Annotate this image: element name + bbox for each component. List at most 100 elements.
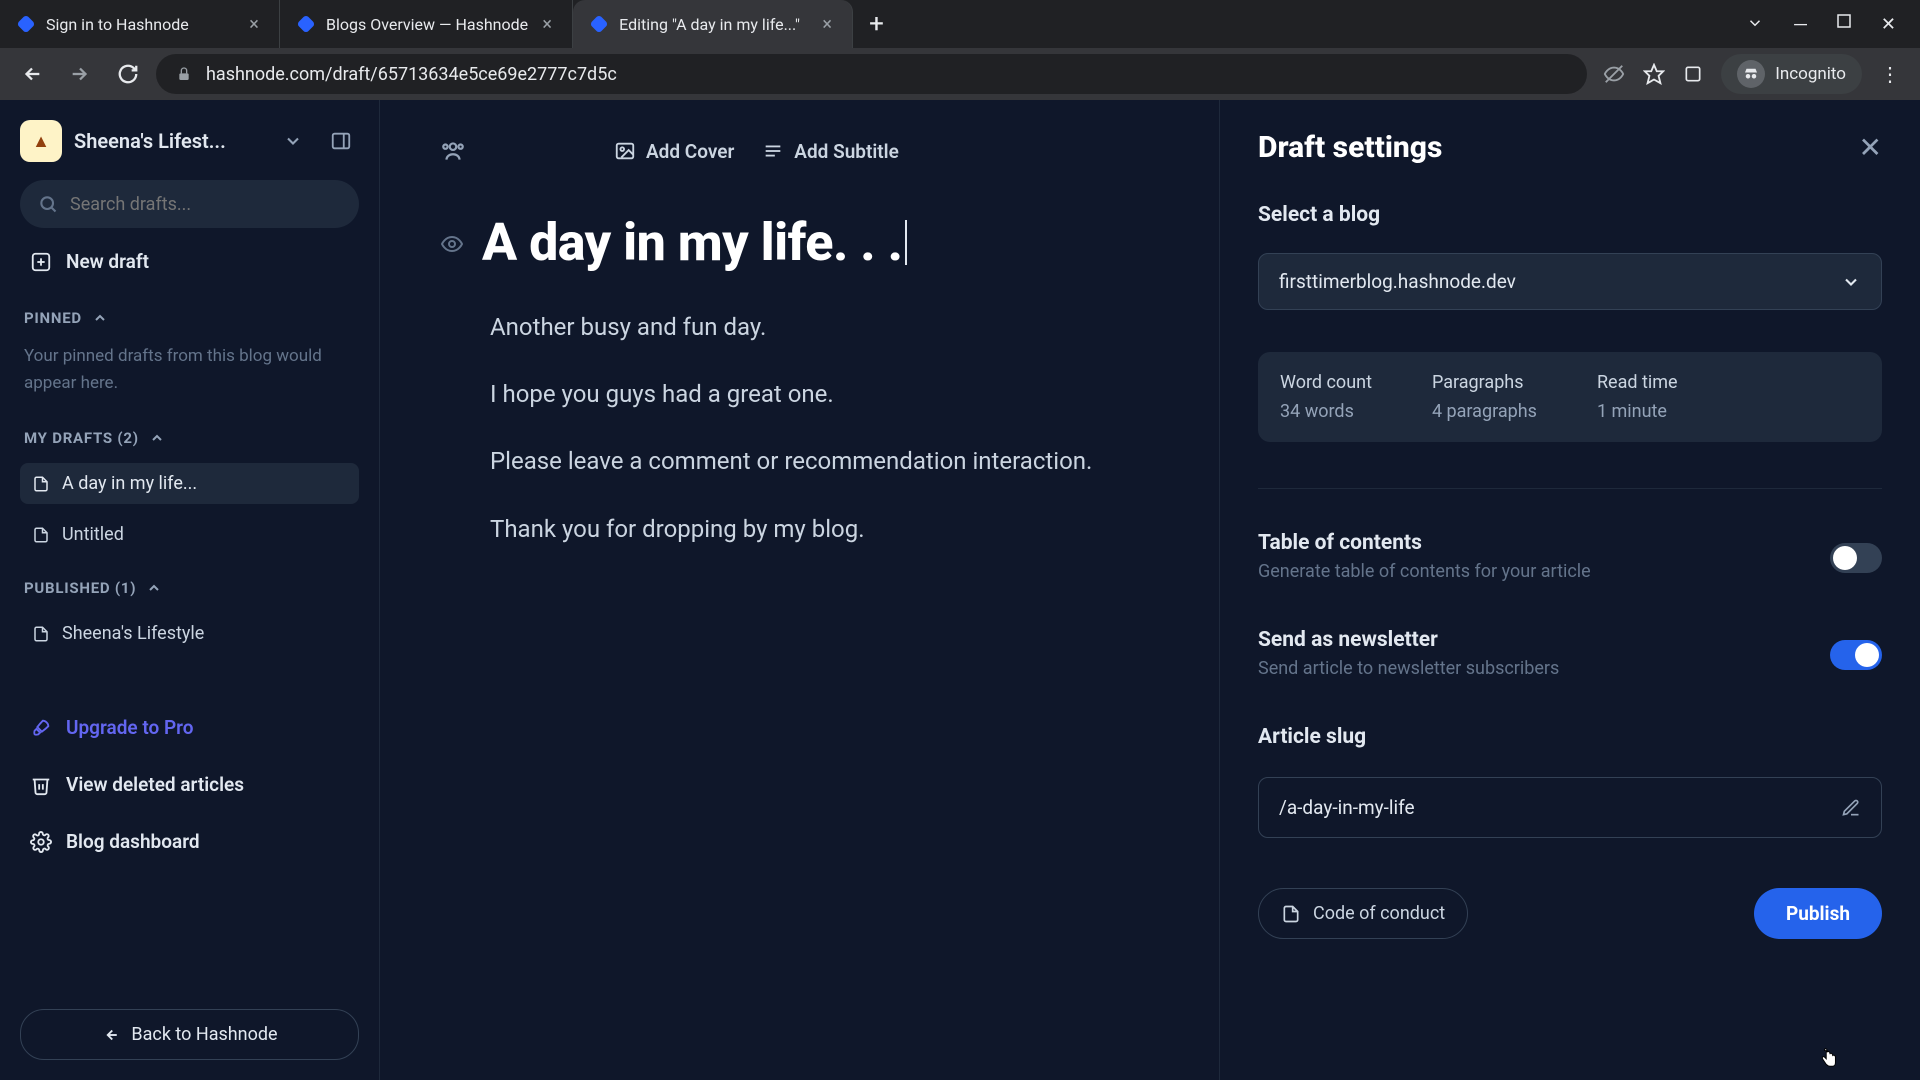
- text-icon: [762, 140, 784, 162]
- post-body[interactable]: Another busy and fun day. I hope you guy…: [490, 309, 1159, 548]
- hashnode-favicon: [589, 14, 609, 34]
- tab-title: Editing "A day in my life...": [619, 15, 808, 34]
- image-icon: [614, 140, 636, 162]
- search-input[interactable]: [70, 194, 341, 215]
- app-root: ▲ Sheena's Lifest... New draft PINNED Yo…: [0, 100, 1920, 1080]
- selected-blog: firsttimerblog.hashnode.dev: [1279, 270, 1516, 293]
- sidebar: ▲ Sheena's Lifest... New draft PINNED Yo…: [0, 100, 380, 1080]
- slug-field[interactable]: /a-day-in-my-life: [1258, 777, 1882, 838]
- blog-select[interactable]: firsttimerblog.hashnode.dev: [1258, 253, 1882, 310]
- back-to-hashnode-button[interactable]: Back to Hashnode: [20, 1009, 359, 1060]
- kebab-menu-icon[interactable]: ⋮: [1880, 62, 1900, 86]
- slug-label: Article slug: [1258, 725, 1882, 749]
- published-item[interactable]: Sheena's Lifestyle: [20, 613, 359, 654]
- pinned-section-header[interactable]: PINNED: [20, 295, 359, 333]
- reload-button[interactable]: [108, 54, 148, 94]
- upgrade-label: Upgrade to Pro: [66, 716, 193, 739]
- add-cover-label: Add Cover: [646, 140, 734, 163]
- draft-settings-drawer: Draft settings ✕ Select a blog firsttime…: [1220, 100, 1920, 1080]
- blog-dashboard-link[interactable]: Blog dashboard: [20, 818, 359, 865]
- draft-item[interactable]: A day in my life...: [20, 463, 359, 504]
- window-controls: ─ ✕: [1722, 14, 1920, 35]
- coc-label: Code of conduct: [1313, 903, 1445, 924]
- close-window-icon[interactable]: ✕: [1881, 14, 1896, 35]
- close-drawer-button[interactable]: ✕: [1859, 131, 1882, 164]
- toc-title: Table of contents: [1258, 531, 1810, 555]
- arrow-left-icon: [101, 1026, 119, 1044]
- select-blog-label: Select a blog: [1258, 203, 1882, 227]
- pinned-label: PINNED: [24, 309, 82, 327]
- new-draft-button[interactable]: New draft: [20, 238, 359, 285]
- view-deleted-link[interactable]: View deleted articles: [20, 761, 359, 808]
- newsletter-toggle[interactable]: [1830, 640, 1882, 670]
- tab-title: Sign in to Hashnode: [46, 15, 235, 34]
- paragraph[interactable]: Please leave a comment or recommendation…: [490, 443, 1159, 480]
- visibility-icon[interactable]: [440, 232, 464, 256]
- tab-title: Blogs Overview — Hashnode: [326, 15, 528, 34]
- view-deleted-label: View deleted articles: [66, 773, 244, 796]
- toc-desc: Generate table of contents for your arti…: [1258, 561, 1810, 582]
- browser-toolbar: hashnode.com/draft/65713634e5ce69e2777c7…: [0, 48, 1920, 100]
- divider: [1258, 488, 1882, 489]
- close-tab-icon[interactable]: ×: [245, 15, 263, 33]
- read-time-label: Read time: [1597, 372, 1678, 393]
- pencil-icon[interactable]: [1841, 798, 1861, 818]
- published-section-header[interactable]: PUBLISHED (1): [20, 565, 359, 603]
- close-tab-icon[interactable]: ×: [818, 15, 836, 33]
- browser-tab[interactable]: Sign in to Hashnode ×: [0, 0, 280, 48]
- add-cover-button[interactable]: Add Cover: [614, 140, 734, 163]
- lock-icon: [176, 66, 192, 82]
- expand-panel-icon[interactable]: [323, 123, 359, 159]
- toolbar-right: Incognito ⋮: [1595, 54, 1908, 94]
- gear-icon: [30, 831, 52, 853]
- toc-toggle[interactable]: [1830, 543, 1882, 573]
- newsletter-title: Send as newsletter: [1258, 628, 1810, 652]
- url-text: hashnode.com/draft/65713634e5ce69e2777c7…: [206, 64, 617, 85]
- address-bar[interactable]: hashnode.com/draft/65713634e5ce69e2777c7…: [156, 54, 1587, 94]
- paragraph[interactable]: I hope you guys had a great one.: [490, 376, 1159, 413]
- tabs-overview-icon[interactable]: [1746, 14, 1764, 35]
- editor-area: Add Cover Add Subtitle A day in my life.…: [380, 100, 1220, 1080]
- paragraphs-label: Paragraphs: [1432, 372, 1537, 393]
- cursor-pointer-icon: [1818, 1044, 1840, 1070]
- pinned-empty-state: Your pinned drafts from this blog would …: [20, 343, 359, 405]
- word-count-value: 34 words: [1280, 401, 1372, 422]
- plus-square-icon: [30, 251, 52, 273]
- new-tab-button[interactable]: +: [853, 9, 900, 39]
- add-subtitle-button[interactable]: Add Subtitle: [762, 140, 899, 163]
- mydrafts-section-header[interactable]: MY DRAFTS (2): [20, 415, 359, 453]
- back-button[interactable]: [12, 54, 52, 94]
- read-time-value: 1 minute: [1597, 401, 1678, 422]
- forward-button[interactable]: [60, 54, 100, 94]
- paragraph[interactable]: Thank you for dropping by my blog.: [490, 511, 1159, 548]
- minimize-icon[interactable]: ─: [1794, 14, 1807, 35]
- incognito-badge[interactable]: Incognito: [1721, 54, 1862, 94]
- blog-name: Sheena's Lifest...: [74, 129, 263, 153]
- close-tab-icon[interactable]: ×: [538, 15, 556, 33]
- maximize-icon[interactable]: [1837, 14, 1851, 35]
- word-count-label: Word count: [1280, 372, 1372, 393]
- star-icon[interactable]: [1643, 63, 1665, 85]
- post-title-input[interactable]: A day in my life. . .: [482, 212, 903, 273]
- document-icon: [32, 625, 50, 643]
- chevron-up-icon: [146, 580, 162, 596]
- browser-tab-active[interactable]: Editing "A day in my life..." ×: [573, 0, 853, 48]
- code-of-conduct-button[interactable]: Code of conduct: [1258, 888, 1468, 939]
- rocket-icon: [30, 717, 52, 739]
- eye-off-icon[interactable]: [1603, 63, 1625, 85]
- draft-item[interactable]: Untitled: [20, 514, 359, 555]
- blog-selector[interactable]: ▲ Sheena's Lifest...: [20, 120, 359, 162]
- browser-tab[interactable]: Blogs Overview — Hashnode ×: [280, 0, 573, 48]
- paragraph[interactable]: Another busy and fun day.: [490, 309, 1159, 346]
- collaborators-icon[interactable]: [440, 138, 466, 164]
- drawer-title: Draft settings: [1258, 130, 1442, 165]
- chevron-down-icon[interactable]: [275, 123, 311, 159]
- publish-button[interactable]: Publish: [1754, 888, 1882, 939]
- upgrade-pro-link[interactable]: Upgrade to Pro: [20, 704, 359, 751]
- extensions-icon[interactable]: [1683, 64, 1703, 84]
- slug-value: /a-day-in-my-life: [1279, 796, 1415, 819]
- mydrafts-label: MY DRAFTS (2): [24, 429, 139, 447]
- published-title: Sheena's Lifestyle: [62, 623, 204, 644]
- search-box[interactable]: [20, 180, 359, 228]
- hashnode-favicon: [296, 14, 316, 34]
